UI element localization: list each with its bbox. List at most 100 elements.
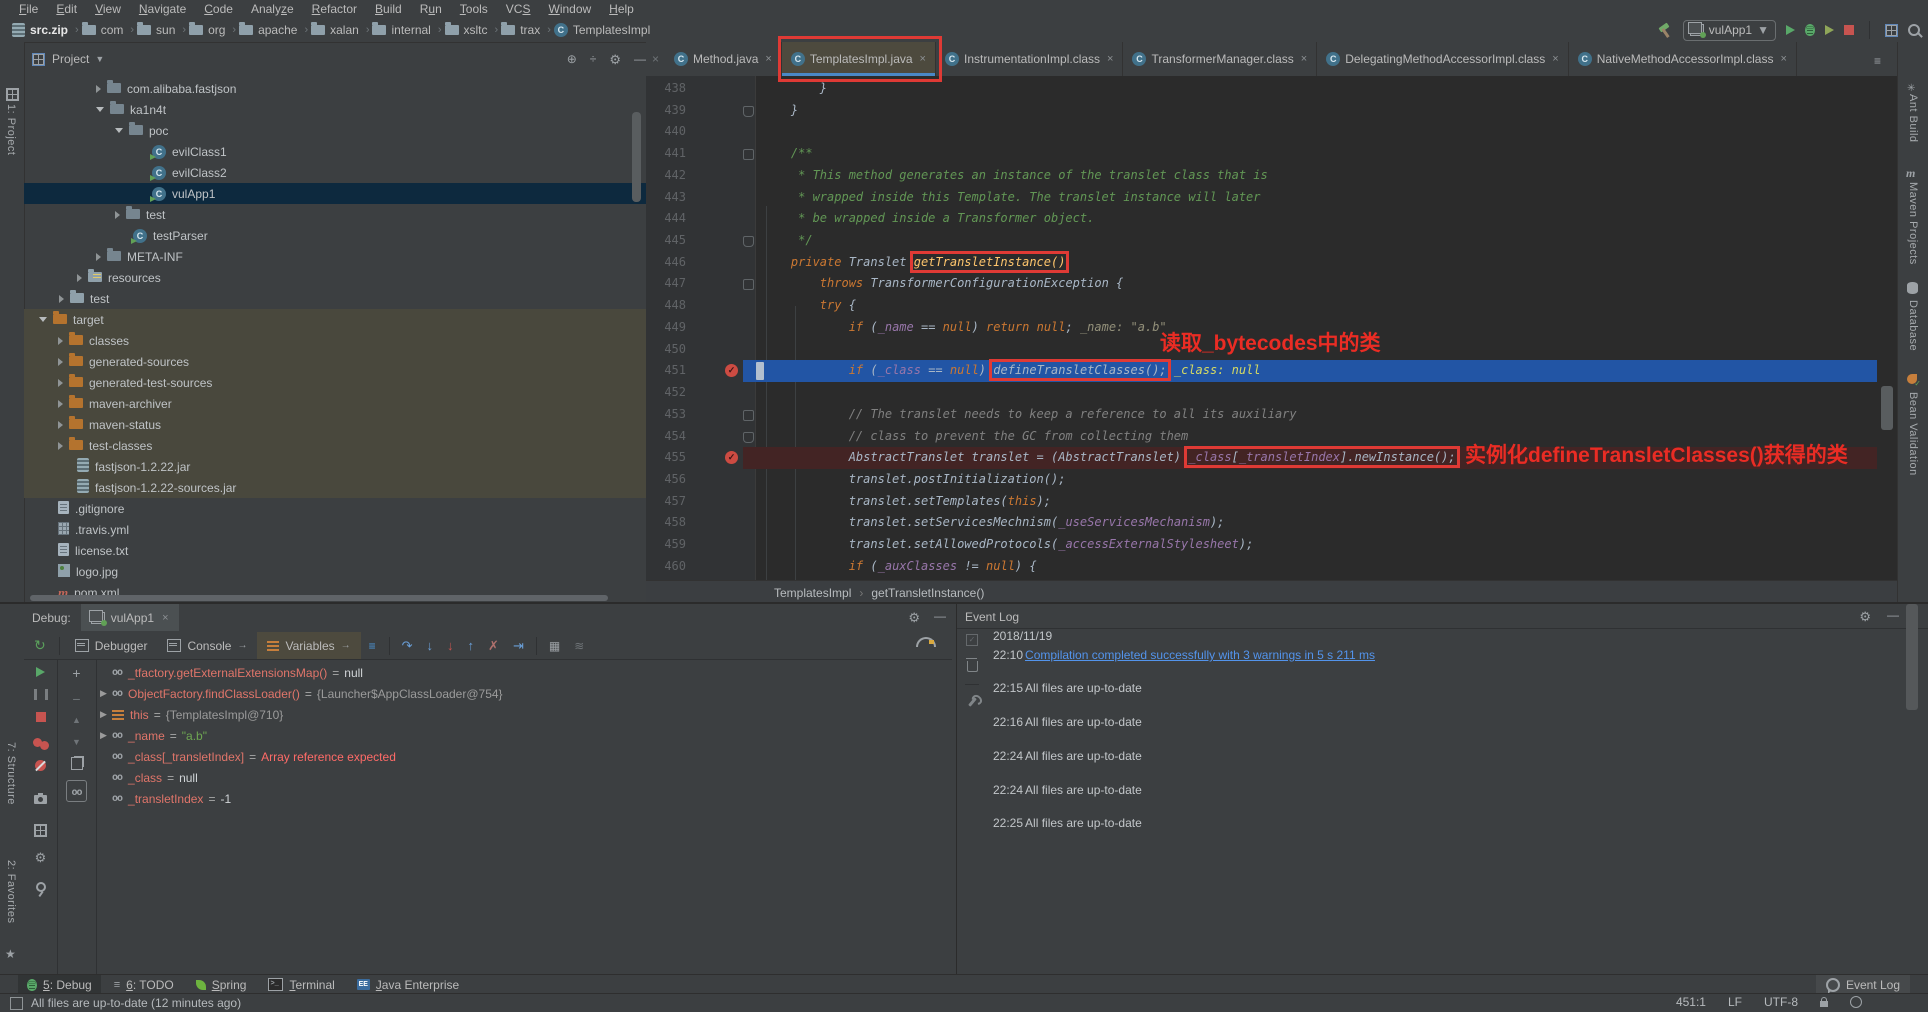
editor-tab-TransformerManager.class[interactable]: TransformerManager.class× [1123, 42, 1317, 76]
variable-row[interactable]: oo_transletIndex=-1 [100, 788, 952, 809]
toolwindow-button-maven-projects[interactable]: Maven Projects [1907, 182, 1919, 265]
variable-row[interactable]: oo_tfactory.getExternalExtensionsMap()=n… [100, 662, 952, 683]
line-number[interactable]: 451 [646, 360, 686, 382]
toolwindow-button-project[interactable]: 1: Project [5, 104, 17, 155]
expand-arrow-icon[interactable]: ▶ [100, 730, 112, 741]
breadcrumb-item[interactable]: src.zip [12, 23, 68, 37]
run-with-coverage-button[interactable] [1825, 25, 1834, 35]
fold-marker-icon[interactable] [743, 410, 754, 421]
toolwindow-button-event-log[interactable]: Event Log [1816, 975, 1910, 994]
tree-expanded-arrow[interactable] [39, 317, 47, 322]
toolwindow-button-java-enterprise[interactable]: EEJava Enterprise [348, 975, 468, 994]
tree-item-evilClass2[interactable]: evilClass2 [24, 162, 646, 183]
line-number[interactable]: 457 [646, 491, 686, 513]
tree-collapsed-arrow[interactable] [58, 358, 63, 366]
build-hammer-icon[interactable] [1657, 22, 1673, 38]
step-into-icon[interactable]: ↓ [427, 638, 434, 653]
close-icon[interactable]: × [920, 53, 926, 65]
close-icon[interactable]: × [765, 53, 771, 65]
tab-variables[interactable]: Variables→ [257, 632, 360, 659]
breadcrumb-item[interactable]: com [82, 23, 124, 37]
close-icon[interactable]: × [162, 612, 168, 624]
drop-frame-icon[interactable]: ✗ [488, 638, 499, 654]
code-line-441[interactable]: 441 /** [646, 143, 1897, 165]
clear-log-icon[interactable] [967, 661, 978, 672]
variable-row[interactable]: ▶this={TemplatesImpl@710} [100, 704, 952, 725]
variable-row[interactable]: ▶oo_name="a.b" [100, 725, 952, 746]
tree-item-resources[interactable]: resources [24, 267, 646, 288]
line-number[interactable]: 459 [646, 534, 686, 556]
line-separator[interactable]: LF [1728, 995, 1742, 1009]
fold-marker-icon[interactable] [743, 149, 754, 160]
collapse-all-icon[interactable]: ÷ [590, 52, 597, 66]
tree-item-target[interactable]: target [24, 309, 646, 330]
tree-collapsed-arrow[interactable] [58, 337, 63, 345]
code-line-457[interactable]: 457 translet.setTemplates(this); [646, 491, 1897, 513]
hidden-tabs-icon[interactable]: ≡ [1874, 54, 1881, 68]
code-line-438[interactable]: 438 } [646, 78, 1897, 100]
force-step-into-icon[interactable]: ↓ [447, 638, 454, 653]
stop-button[interactable] [1844, 25, 1854, 35]
variable-row[interactable]: oo_class=null [100, 767, 952, 788]
rerun-icon[interactable]: ↻ [34, 637, 46, 654]
mute-breakpoints-icon[interactable] [35, 760, 46, 771]
menu-item-analyze[interactable]: Analyze [242, 2, 303, 16]
fold-marker-icon[interactable] [743, 279, 754, 290]
tree-collapsed-arrow[interactable] [96, 253, 101, 261]
variable-row[interactable]: ▶ooObjectFactory.findClassLoader()={Laun… [100, 683, 952, 704]
tree-expanded-arrow[interactable] [96, 107, 104, 112]
tab-console[interactable]: Console→ [157, 632, 257, 659]
line-number[interactable]: 450 [646, 339, 686, 361]
tree-item-test-classes[interactable]: test-classes [24, 435, 646, 456]
line-number[interactable]: 439 [646, 100, 686, 122]
menu-item-window[interactable]: Window [539, 2, 600, 16]
tree-item-.gitignore[interactable]: .gitignore [24, 498, 646, 519]
event-log-entry[interactable]: 22:24All files are up-to-date [993, 749, 1142, 768]
toolwindow-button-spring[interactable]: Spring [187, 975, 256, 994]
toolwindow-button-database[interactable]: Database [1907, 300, 1919, 351]
move-down-icon[interactable]: ▼ [72, 737, 81, 747]
line-number[interactable]: 453 [646, 404, 686, 426]
tree-collapsed-arrow[interactable] [59, 295, 64, 303]
code-line-456[interactable]: 456 translet.postInitialization(); [646, 469, 1897, 491]
menu-item-refactor[interactable]: Refactor [303, 2, 366, 16]
code-line-446[interactable]: 446 private Translet getTransletInstance… [646, 252, 1897, 274]
breadcrumb-method[interactable]: getTransletInstance() [871, 586, 984, 600]
show-watches-toggle[interactable]: oo [66, 780, 86, 802]
tree-vertical-scrollbar[interactable] [632, 112, 641, 202]
line-number[interactable]: 443 [646, 187, 686, 209]
step-over-icon[interactable]: ↷ [402, 638, 413, 654]
event-log-entry[interactable]: 22:10Compilation completed successfully … [993, 648, 1375, 667]
tree-horizontal-scrollbar[interactable] [30, 595, 608, 601]
tab-debugger[interactable]: Debugger [65, 632, 158, 659]
code-editor[interactable]: 438 }439 }440441 /**442 * This method ge… [646, 76, 1897, 580]
tree-collapsed-arrow[interactable] [115, 211, 120, 219]
tree-item-vulApp1[interactable]: vulApp1 [24, 183, 646, 204]
show-tab-arrow-icon[interactable]: → [237, 640, 247, 651]
code-line-460[interactable]: 460 if (_auxClasses != null) { [646, 556, 1897, 578]
locate-file-icon[interactable]: ⊕ [567, 52, 577, 66]
tree-collapsed-arrow[interactable] [58, 421, 63, 429]
breakpoint-icon[interactable]: ✓ [725, 364, 738, 377]
menu-item-run[interactable]: Run [411, 2, 451, 16]
search-everywhere-icon[interactable] [1908, 24, 1920, 36]
breadcrumb-item[interactable]: internal [372, 23, 430, 37]
evaluate-expression-icon[interactable]: ▦ [549, 639, 560, 653]
gear-icon[interactable]: ⚙ [908, 611, 920, 625]
code-line-442[interactable]: 442 * This method generates an instance … [646, 165, 1897, 187]
close-icon[interactable]: × [646, 42, 665, 76]
breadcrumb-item[interactable]: org [189, 23, 225, 37]
tree-item-META-INF[interactable]: META-INF [24, 246, 646, 267]
variable-row[interactable]: oo_class[_transletIndex]=Array reference… [100, 746, 952, 767]
tree-collapsed-arrow[interactable] [58, 442, 63, 450]
event-text[interactable]: Compilation completed successfully with … [1025, 648, 1375, 662]
line-number[interactable]: 460 [646, 556, 686, 578]
line-number[interactable]: 442 [646, 165, 686, 187]
gear-icon[interactable]: ⚙ [35, 851, 47, 864]
tree-collapsed-arrow[interactable] [77, 274, 82, 282]
breadcrumb-item[interactable]: TemplatesImpl [554, 23, 650, 37]
move-up-icon[interactable]: ▲ [72, 715, 81, 725]
settings-wrench-icon[interactable] [968, 697, 977, 707]
menu-item-file[interactable]: File [10, 2, 47, 16]
layout-settings-icon[interactable]: ≋ [574, 639, 584, 653]
